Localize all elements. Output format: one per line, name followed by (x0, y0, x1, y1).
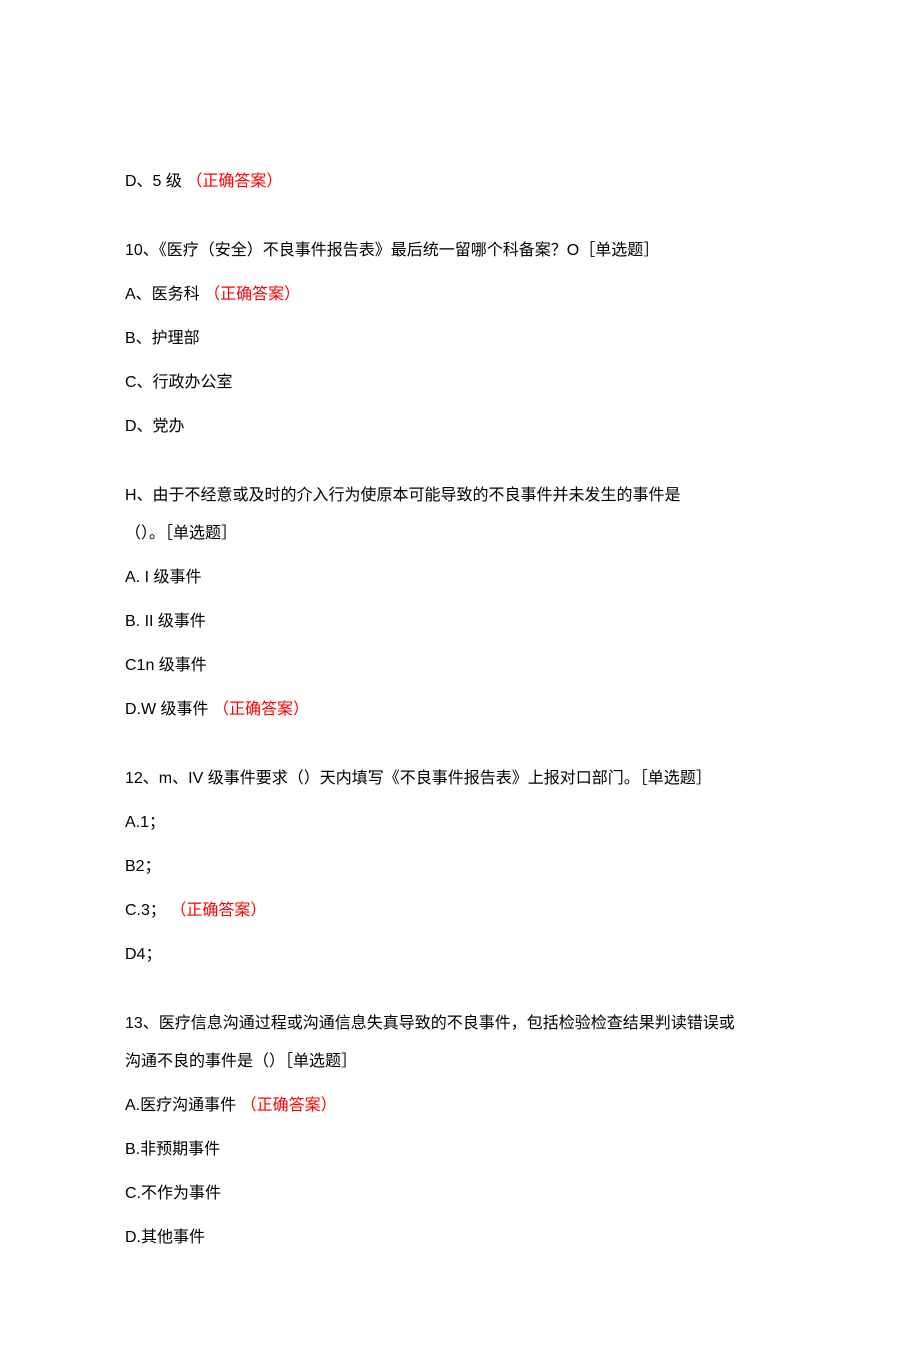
q12-option-d: D4； (125, 943, 795, 967)
q11-option-b: B. II 级事件 (125, 610, 795, 634)
q13-option-b: B.非预期事件 (125, 1138, 795, 1162)
q13-option-d: D.其他事件 (125, 1226, 795, 1250)
correct-answer-label: （正确答案） (213, 701, 309, 718)
q12-option-c-text: C.3； (125, 902, 170, 919)
q10-option-a-text: A、医务科 (125, 286, 204, 303)
correct-answer-label: （正确答案） (186, 173, 282, 190)
q9-option-d: D、5 级 （正确答案） (125, 170, 795, 194)
q12-stem: 12、m、IV 级事件要求（）天内填写《不良事件报告表》上报对口部门。［单选题］ (125, 767, 795, 791)
q10-option-c: C、行政办公室 (125, 371, 795, 395)
q13-stem-line1: 13、医疗信息沟通过程或沟通信息失真导致的不良事件，包括检验检查结果判读错误或 (125, 1012, 795, 1036)
correct-answer-label: （正确答案） (241, 1097, 337, 1114)
q11-stem-line1: H、由于不经意或及时的介入行为使原本可能导致的不良事件并未发生的事件是 (125, 484, 795, 508)
q13-option-c: C.不作为事件 (125, 1182, 795, 1206)
q13-option-a: A.医疗沟通事件 （正确答案） (125, 1094, 795, 1118)
q10-option-a: A、医务科 （正确答案） (125, 283, 795, 307)
q12-option-b: B2； (125, 855, 795, 879)
q12-option-c: C.3； （正确答案） (125, 899, 795, 923)
q10-stem: 10、《医疗（安全）不良事件报告表》最后统一留哪个科备案？O［单选题］ (125, 239, 795, 263)
q11-option-d: D.W 级事件 （正确答案） (125, 698, 795, 722)
q9-option-d-text: D、5 级 (125, 173, 186, 190)
document-page: D、5 级 （正确答案） 10、《医疗（安全）不良事件报告表》最后统一留哪个科备… (0, 0, 920, 1370)
q12-option-a: A.1； (125, 811, 795, 835)
q11-option-c: C1n 级事件 (125, 654, 795, 678)
q10-option-b: B、护理部 (125, 327, 795, 351)
correct-answer-label: （正确答案） (170, 902, 266, 919)
q11-option-a: A. I 级事件 (125, 566, 795, 590)
q11-stem-line2: （）。［单选题］ (125, 522, 795, 546)
q13-stem-line2: 沟通不良的事件是（）［单选题］ (125, 1050, 795, 1074)
correct-answer-label: （正确答案） (204, 286, 300, 303)
q11-option-d-text: D.W 级事件 (125, 701, 213, 718)
q13-option-a-text: A.医疗沟通事件 (125, 1097, 241, 1114)
q10-option-d: D、党办 (125, 415, 795, 439)
